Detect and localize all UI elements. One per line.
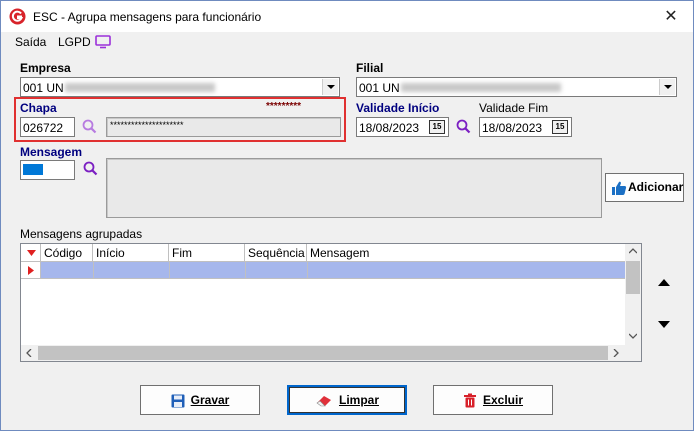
cell-divider [307, 262, 308, 279]
validade-fim-value: 18/08/2023 [482, 121, 543, 135]
sort-down-icon [27, 250, 36, 256]
validade-inicio-date[interactable]: 18/08/2023 15 [356, 117, 449, 137]
chapa-value: 026722 [23, 121, 64, 135]
move-up-button[interactable] [656, 275, 672, 291]
app-logo-icon [9, 8, 26, 25]
menu-bar: Saída LGPD [1, 32, 693, 53]
vertical-scrollbar[interactable] [625, 244, 641, 345]
chapa-masked-name: ********* [266, 101, 302, 112]
chapa-name-field: ********************* [106, 117, 341, 137]
validade-inicio-value: 18/08/2023 [359, 121, 420, 135]
chapa-name-value: ********************* [110, 120, 184, 130]
mensagem-search-icon[interactable] [82, 160, 99, 177]
cell-divider [245, 262, 246, 279]
chevron-down-icon [327, 85, 335, 89]
limpar-button[interactable]: Limpar [287, 385, 407, 415]
arrow-up-icon [658, 279, 670, 286]
mensagem-text-area [106, 158, 602, 218]
scroll-up-icon[interactable] [629, 248, 637, 254]
calendar-icon[interactable]: 15 [429, 120, 445, 134]
filial-redacted [401, 83, 561, 92]
trash-icon [463, 393, 476, 408]
mensagem-label: Mensagem [20, 145, 83, 159]
menu-item-lgpd[interactable]: LGPD [58, 35, 91, 49]
header-indicator [21, 244, 41, 262]
thumbs-up-icon [612, 181, 627, 195]
chevron-down-icon [664, 85, 672, 89]
empresa-redacted [65, 83, 215, 92]
scroll-corner [625, 345, 641, 361]
grid-title: Mensagens agrupadas [20, 227, 143, 241]
mensagem-code-input[interactable] [20, 160, 75, 180]
validade-fim-label: Validade Fim [479, 101, 549, 115]
grid-header: Código Início Fim Sequência Mensagem [21, 244, 625, 262]
column-fim[interactable]: Fim [169, 244, 245, 262]
filial-select[interactable]: 001 UN [356, 77, 677, 97]
cell-divider [169, 262, 170, 279]
validade-search-icon[interactable] [455, 118, 472, 135]
app-window: ESC - Agrupa mensagens para funcionário … [0, 0, 694, 431]
adicionar-button[interactable]: Adicionar [605, 173, 684, 202]
monitor-icon[interactable] [95, 35, 111, 49]
arrow-down-icon [658, 321, 670, 328]
excluir-button[interactable]: Excluir [433, 385, 553, 415]
excluir-label: Excluir [482, 393, 524, 407]
empresa-dropdown-button[interactable] [322, 79, 338, 95]
mensagens-grid[interactable]: Código Início Fim Sequência Mensagem [20, 243, 642, 362]
row-indicator [21, 262, 41, 279]
horizontal-scrollbar[interactable] [21, 345, 625, 361]
row-pointer-icon [28, 266, 34, 275]
hscroll-thumb[interactable] [38, 346, 608, 360]
selected-row [41, 262, 625, 279]
cell-divider [93, 262, 94, 279]
close-icon: ✕ [664, 8, 678, 25]
window-title: ESC - Agrupa mensagens para funcionário [33, 10, 262, 24]
validade-inicio-label: Validade Início [356, 101, 440, 115]
filial-dropdown-button[interactable] [659, 79, 675, 95]
validade-fim-date[interactable]: 18/08/2023 15 [479, 117, 572, 137]
scroll-left-icon[interactable] [26, 349, 32, 357]
eraser-icon [316, 395, 331, 407]
filial-value: 001 UN [359, 81, 400, 95]
empresa-value: 001 UN [23, 81, 64, 95]
gravar-label: Gravar [190, 393, 230, 407]
close-button[interactable]: ✕ [659, 7, 683, 27]
chapa-input[interactable]: 026722 [20, 117, 75, 137]
column-codigo[interactable]: Código [41, 244, 93, 262]
column-sequencia[interactable]: Sequência [245, 244, 307, 262]
column-mensagem[interactable]: Mensagem [307, 244, 625, 262]
menu-item-saida[interactable]: Saída [15, 35, 46, 49]
filial-label: Filial [356, 61, 384, 75]
empresa-label: Empresa [20, 61, 71, 75]
limpar-label: Limpar [338, 393, 379, 407]
chapa-label: Chapa [20, 101, 57, 115]
adicionar-label: Adicionar [628, 180, 684, 194]
calendar-icon[interactable]: 15 [552, 120, 568, 134]
scroll-down-icon[interactable] [629, 333, 637, 339]
column-inicio[interactable]: Início [93, 244, 169, 262]
scroll-thumb[interactable] [626, 261, 640, 294]
title-bar: ESC - Agrupa mensagens para funcionário … [1, 1, 693, 32]
scroll-right-icon[interactable] [613, 349, 619, 357]
chapa-search-icon[interactable] [81, 118, 98, 135]
gravar-button[interactable]: Gravar [140, 385, 260, 415]
empresa-select[interactable]: 001 UN [20, 77, 340, 97]
save-icon [171, 394, 185, 408]
table-row[interactable] [21, 262, 625, 279]
move-down-button[interactable] [656, 317, 672, 333]
mensagem-code-selection [23, 164, 43, 175]
